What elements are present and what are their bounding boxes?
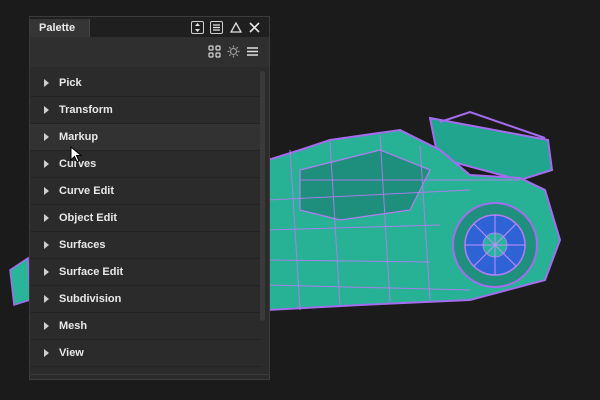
grid-icon[interactable] — [208, 45, 221, 58]
section-label: Subdivision — [59, 293, 122, 305]
expand-arrow-icon — [44, 79, 49, 87]
toolbar-icon-group — [208, 45, 259, 58]
palette-section-list: Pick Transform Markup Curves Curve Edit … — [30, 70, 262, 367]
expand-vertical-icon[interactable] — [191, 20, 204, 34]
title-icon-group — [191, 19, 261, 35]
section-surfaces[interactable]: Surfaces — [30, 232, 262, 259]
section-label: Markup — [59, 131, 99, 143]
section-label: Surface Edit — [59, 266, 124, 278]
palette-panel: Palette Pick Transform Markup Curves Cur… — [29, 16, 270, 380]
settings-gear-icon[interactable] — [227, 45, 240, 58]
expand-arrow-icon — [44, 187, 49, 195]
expand-arrow-icon — [44, 160, 49, 168]
expand-arrow-icon — [44, 322, 49, 330]
section-transform[interactable]: Transform — [30, 97, 262, 124]
section-label: Mesh — [59, 320, 88, 332]
section-view[interactable]: View — [30, 340, 262, 367]
expand-arrow-icon — [44, 349, 49, 357]
section-mesh[interactable]: Mesh — [30, 313, 262, 340]
section-label: Object Edit — [59, 212, 118, 224]
expand-arrow-icon — [44, 133, 49, 141]
section-subdivision[interactable]: Subdivision — [30, 286, 262, 313]
section-label: Surfaces — [59, 239, 106, 251]
section-label: Transform — [59, 104, 113, 116]
list-box-icon[interactable] — [210, 20, 223, 34]
expand-arrow-icon — [44, 241, 49, 249]
section-label: View — [59, 347, 84, 359]
expand-arrow-icon — [44, 295, 49, 303]
section-curves[interactable]: Curves — [30, 151, 262, 178]
palette-toolbar — [30, 37, 269, 67]
section-curve-edit[interactable]: Curve Edit — [30, 178, 262, 205]
palette-titlebar[interactable]: Palette — [30, 17, 269, 37]
collapse-triangle-icon[interactable] — [229, 21, 242, 34]
tab-palette[interactable]: Palette — [30, 19, 90, 37]
menu-icon[interactable] — [246, 45, 259, 58]
section-markup[interactable]: Markup — [30, 124, 262, 151]
mouse-cursor-icon — [70, 146, 83, 163]
section-label: Pick — [59, 77, 82, 89]
section-object-edit[interactable]: Object Edit — [30, 205, 262, 232]
section-pick[interactable]: Pick — [30, 70, 262, 97]
close-icon[interactable] — [248, 21, 261, 34]
expand-arrow-icon — [44, 214, 49, 222]
palette-scrollbar[interactable] — [260, 71, 265, 321]
section-label: Curve Edit — [59, 185, 115, 197]
section-surface-edit[interactable]: Surface Edit — [30, 259, 262, 286]
expand-arrow-icon — [44, 106, 49, 114]
palette-bottom-divider — [30, 374, 269, 375]
expand-arrow-icon — [44, 268, 49, 276]
